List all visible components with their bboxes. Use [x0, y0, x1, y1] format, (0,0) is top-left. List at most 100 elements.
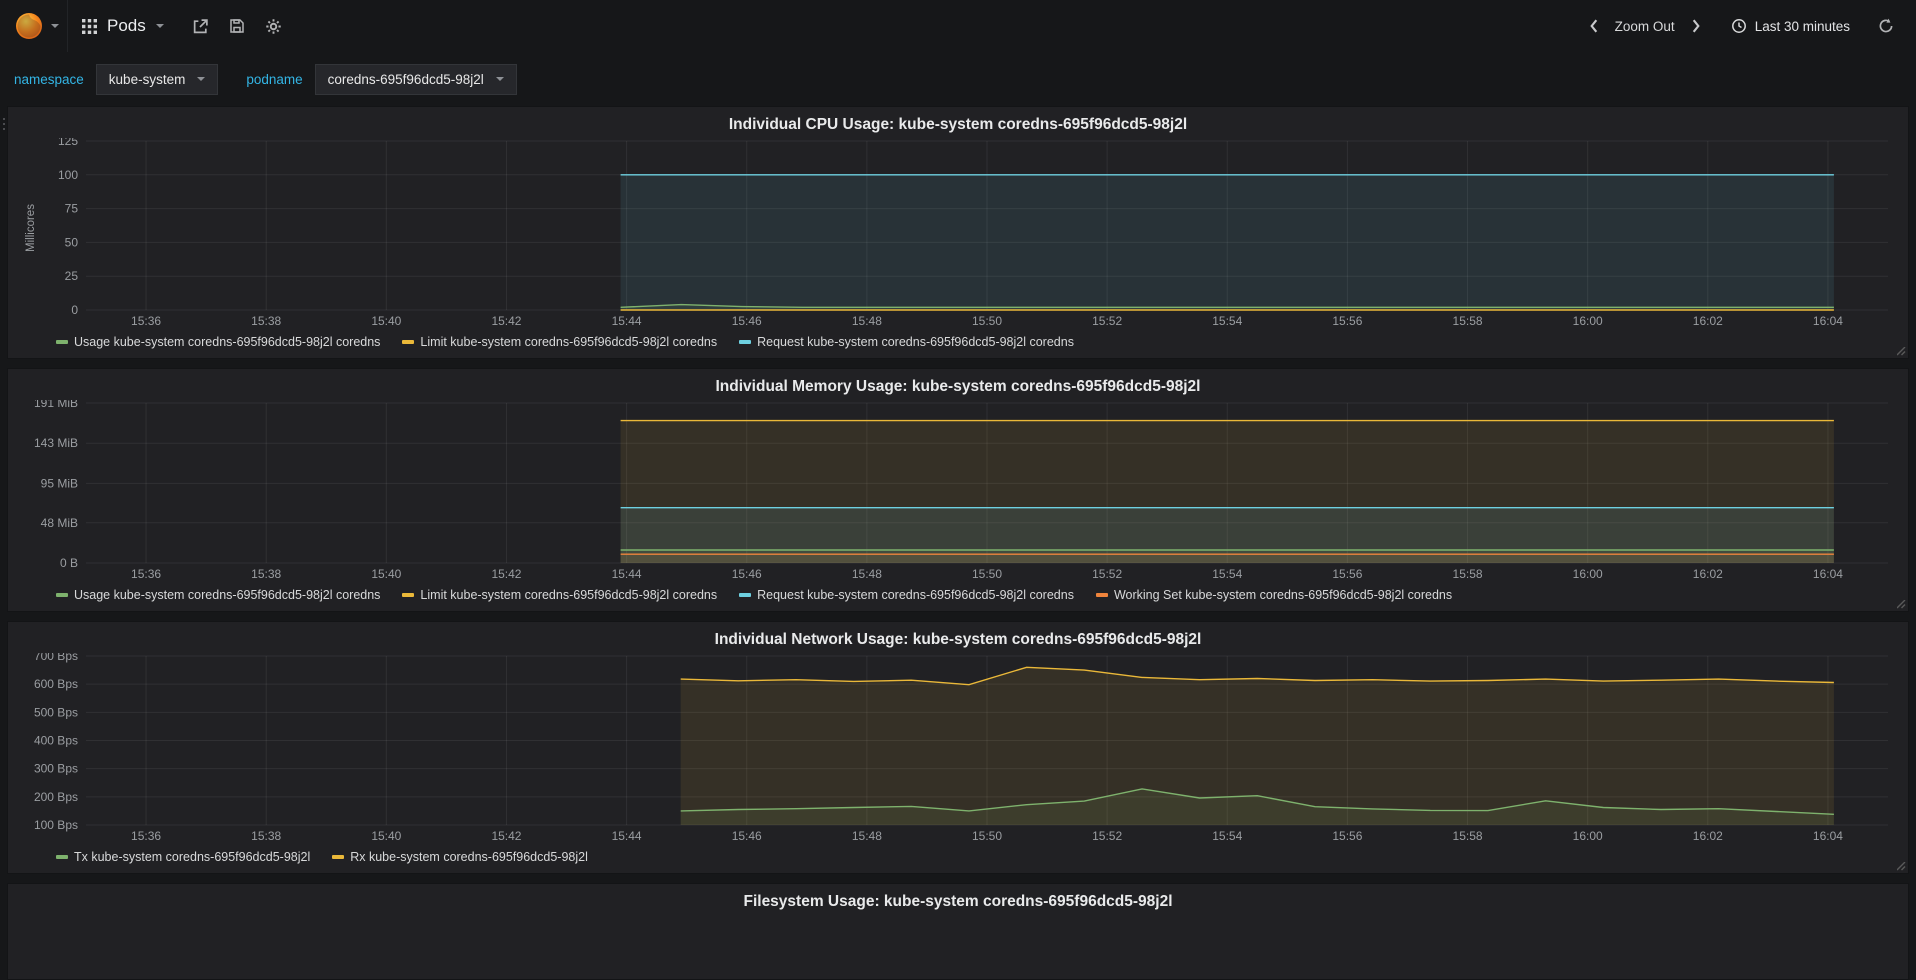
- grafana-menu-button[interactable]: [8, 7, 67, 45]
- svg-text:400 Bps: 400 Bps: [34, 734, 78, 748]
- svg-text:16:04: 16:04: [1813, 829, 1843, 843]
- variable-podname-value: coredns-695f96dcd5-98j2l: [327, 71, 484, 87]
- svg-text:15:56: 15:56: [1332, 567, 1362, 581]
- chevron-left-icon: [1589, 19, 1599, 33]
- svg-text:500 Bps: 500 Bps: [34, 705, 78, 719]
- svg-text:15:50: 15:50: [972, 314, 1002, 328]
- legend-series-icon: [739, 593, 752, 597]
- svg-text:15:40: 15:40: [371, 567, 401, 581]
- share-button[interactable]: [182, 0, 219, 52]
- panel-resize-icon: [1897, 862, 1906, 871]
- refresh-button[interactable]: [1868, 18, 1904, 34]
- legend-series-icon: [56, 593, 68, 597]
- svg-text:15:36: 15:36: [131, 829, 161, 843]
- navbar-right-controls: Zoom Out Last 30 minutes: [1579, 18, 1904, 34]
- svg-text:15:52: 15:52: [1092, 567, 1122, 581]
- panel-resize-handle[interactable]: [1897, 347, 1906, 356]
- legend-item[interactable]: Usage kube-system coredns-695f96dcd5-98j…: [56, 588, 380, 602]
- svg-text:191 MiB: 191 MiB: [34, 400, 78, 410]
- svg-text:15:54: 15:54: [1212, 567, 1242, 581]
- top-navbar: Pods Zoom Out Last 30 minutes: [0, 0, 1916, 52]
- legend-series-icon: [402, 593, 415, 597]
- legend-item[interactable]: Limit kube-system coredns-695f96dcd5-98j…: [402, 588, 717, 602]
- time-range-picker[interactable]: Last 30 minutes: [1731, 18, 1850, 34]
- svg-text:16:04: 16:04: [1813, 567, 1843, 581]
- svg-text:15:42: 15:42: [491, 567, 521, 581]
- chevron-right-icon: [1691, 19, 1701, 33]
- svg-text:16:02: 16:02: [1693, 314, 1723, 328]
- cpu-usage-chart[interactable]: 0 25 50 75 100 125 15:36 15:38 15:40 15:42 15:44 15…: [16, 138, 1900, 330]
- svg-text:0: 0: [71, 303, 78, 317]
- panel-memory: Individual Memory Usage: kube-system cor…: [7, 368, 1909, 612]
- legend-item[interactable]: Request kube-system coredns-695f96dcd5-9…: [739, 588, 1074, 602]
- caret-down-icon: [495, 77, 504, 81]
- legend-series-label: Usage kube-system coredns-695f96dcd5-98j…: [74, 588, 381, 602]
- legend-item[interactable]: Usage kube-system coredns-695f96dcd5-98j…: [56, 335, 380, 349]
- time-range-label: Last 30 minutes: [1754, 18, 1850, 34]
- time-forward-button[interactable]: [1681, 19, 1711, 33]
- panel-title-memory[interactable]: Individual Memory Usage: kube-system cor…: [16, 374, 1900, 400]
- filesystem-usage-chart[interactable]: [16, 915, 1900, 975]
- clock-icon: [1731, 18, 1747, 34]
- grafana-logo: [14, 11, 44, 41]
- template-variables-row: namespace kube-system podname coredns-69…: [0, 52, 1916, 106]
- settings-button[interactable]: [255, 0, 292, 52]
- svg-text:15:56: 15:56: [1332, 829, 1362, 843]
- svg-text:15:54: 15:54: [1212, 829, 1242, 843]
- panel-resize-handle[interactable]: [1897, 600, 1906, 609]
- legend-series-label: Working Set kube-system coredns-695f96dc…: [1113, 588, 1453, 602]
- panel-resize-handle[interactable]: [1897, 862, 1906, 871]
- cpu-legend: Usage kube-system coredns-695f96dcd5-98j…: [16, 330, 1900, 354]
- svg-text:15:44: 15:44: [612, 829, 642, 843]
- panel-title-network[interactable]: Individual Network Usage: kube-system co…: [16, 627, 1900, 653]
- variable-namespace-dropdown[interactable]: kube-system: [95, 63, 219, 95]
- svg-text:0 B: 0 B: [60, 556, 78, 570]
- svg-text:100: 100: [58, 168, 78, 182]
- zoom-out-button[interactable]: Zoom Out: [1613, 19, 1677, 34]
- dashboard-picker[interactable]: Pods: [67, 0, 182, 52]
- svg-text:15:38: 15:38: [251, 829, 281, 843]
- memory-usage-chart[interactable]: 0 B 48 MiB 95 MiB 143 MiB 191 MiB 15:36 15:38 1…: [16, 400, 1900, 583]
- legend-item[interactable]: Request kube-system coredns-695f96dcd5-9…: [739, 335, 1074, 349]
- legend-series-icon: [56, 340, 68, 344]
- dashboard-title: Pods: [107, 16, 146, 35]
- variable-podname-dropdown[interactable]: coredns-695f96dcd5-98j2l: [314, 63, 517, 95]
- legend-item[interactable]: Limit kube-system coredns-695f96dcd5-98j…: [402, 335, 717, 349]
- settings-gear-icon: [265, 18, 282, 35]
- svg-text:15:48: 15:48: [852, 567, 882, 581]
- svg-text:300 Bps: 300 Bps: [34, 762, 78, 776]
- panel-title-filesystem[interactable]: Filesystem Usage: kube-system coredns-69…: [16, 889, 1900, 915]
- svg-text:15:52: 15:52: [1092, 314, 1122, 328]
- legend-series-label: Request kube-system coredns-695f96dcd5-9…: [757, 335, 1074, 349]
- legend-series-label: Limit kube-system coredns-695f96dcd5-98j…: [420, 588, 718, 602]
- dashboard-grid-icon: [82, 18, 97, 34]
- svg-text:15:52: 15:52: [1092, 829, 1122, 843]
- save-button[interactable]: [219, 0, 255, 52]
- svg-text:15:56: 15:56: [1332, 314, 1362, 328]
- svg-text:16:00: 16:00: [1573, 567, 1603, 581]
- svg-text:48 MiB: 48 MiB: [41, 516, 78, 530]
- svg-text:15:44: 15:44: [612, 567, 642, 581]
- svg-text:15:42: 15:42: [491, 314, 521, 328]
- legend-series-label: Usage kube-system coredns-695f96dcd5-98j…: [74, 335, 381, 349]
- svg-text:100 Bps: 100 Bps: [34, 818, 78, 832]
- legend-series-label: Tx kube-system coredns-695f96dcd5-98j2l: [74, 850, 311, 864]
- svg-text:25: 25: [65, 269, 79, 283]
- svg-text:15:58: 15:58: [1453, 567, 1483, 581]
- legend-item[interactable]: Working Set kube-system coredns-695f96dc…: [1095, 588, 1453, 602]
- variable-podname: podname coredns-695f96dcd5-98j2l: [246, 63, 517, 95]
- legend-series-icon: [1095, 593, 1108, 597]
- legend-item[interactable]: Rx kube-system coredns-695f96dcd5-98j2l: [332, 850, 588, 864]
- panel-filesystem: Filesystem Usage: kube-system coredns-69…: [7, 883, 1909, 980]
- network-usage-chart[interactable]: 100 Bps 200 Bps 300 Bps 400 Bps 500 Bps 600 B…: [16, 653, 1900, 845]
- svg-text:200 Bps: 200 Bps: [34, 790, 78, 804]
- legend-item[interactable]: Tx kube-system coredns-695f96dcd5-98j2l: [56, 850, 310, 864]
- time-back-button[interactable]: [1579, 19, 1609, 33]
- panel-title-cpu[interactable]: Individual CPU Usage: kube-system coredn…: [16, 112, 1900, 138]
- legend-series-icon: [739, 340, 752, 344]
- svg-text:15:40: 15:40: [371, 829, 401, 843]
- svg-text:15:38: 15:38: [251, 567, 281, 581]
- svg-text:15:58: 15:58: [1453, 314, 1483, 328]
- svg-text:143 MiB: 143 MiB: [34, 436, 78, 450]
- svg-text:16:02: 16:02: [1693, 567, 1723, 581]
